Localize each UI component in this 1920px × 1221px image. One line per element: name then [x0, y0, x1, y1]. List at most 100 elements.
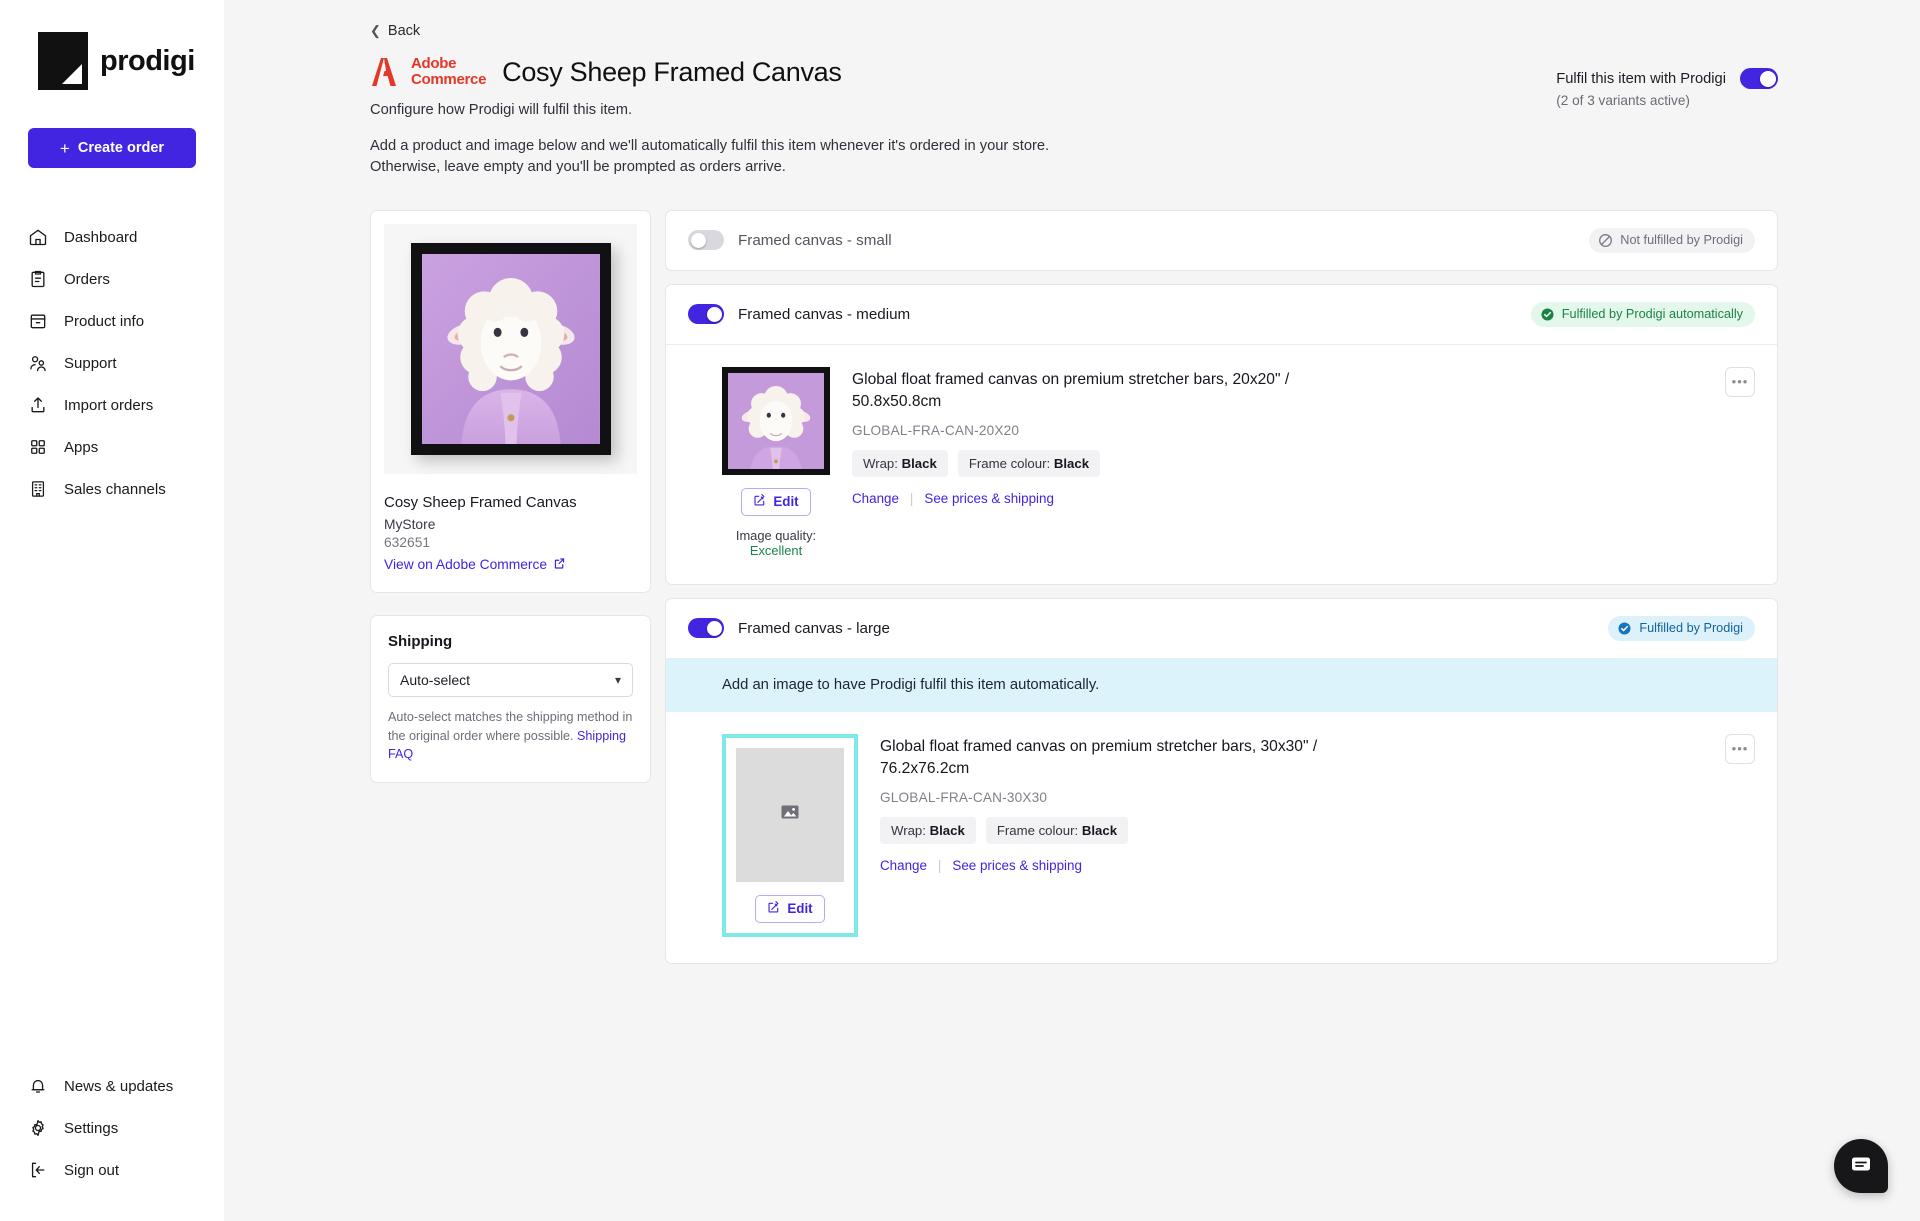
variant-status-label: Not fulfilled by Prodigi	[1620, 233, 1743, 248]
variant-card-small: Framed canvas - small Not fulfilled by P…	[665, 209, 1778, 271]
attribute-chip: Wrap: Black	[852, 450, 948, 478]
image-quality-value: Excellent	[749, 542, 803, 558]
see-prices-shipping-link[interactable]: See prices & shipping	[924, 491, 1054, 506]
fulfil-toggle-label: Fulfil this item with Prodigi	[1556, 70, 1726, 87]
shipping-method-select[interactable]: Auto-select ▾	[388, 663, 633, 698]
variant-thumbnail-column-highlighted: Edit	[722, 733, 858, 937]
view-on-channel-label: View on Adobe Commerce	[384, 557, 548, 573]
variant-status-label: Fulfilled by Prodigi automatically	[1561, 307, 1743, 322]
page-title: Cosy Sheep Framed Canvas	[502, 56, 842, 87]
fulfil-item-toggle[interactable]	[1740, 68, 1778, 89]
see-prices-shipping-link[interactable]: See prices & shipping	[952, 858, 1082, 873]
sidebar-item-news-updates[interactable]: News & updates	[0, 1065, 224, 1107]
variant-body: Edit Global float framed canvas on premi…	[666, 712, 1777, 963]
edit-image-button[interactable]: Edit	[741, 487, 811, 516]
back-button[interactable]: ❮ Back	[370, 23, 420, 39]
product-sku: 632651	[384, 534, 431, 550]
sheep-artwork	[421, 253, 600, 444]
variant-header: Framed canvas - medium Fulfilled by Prod…	[666, 285, 1777, 344]
description-line-1: Add a product and image below and we'll …	[370, 138, 1050, 154]
attribute-label: Frame colour:	[968, 456, 1051, 472]
attribute-label: Wrap:	[891, 823, 926, 839]
secondary-nav: News & updates Settings Sign out	[0, 1065, 224, 1191]
adobe-commerce-logo-icon: Adobe Commerce	[370, 55, 486, 89]
variant-info-column: Global float framed canvas on premium st…	[852, 367, 1755, 558]
variant-status-badge: Fulfilled by Prodigi automatically	[1530, 301, 1755, 327]
external-link-icon	[553, 557, 566, 573]
variant-attributes: Wrap: Black Frame colour: Black	[852, 450, 1755, 478]
change-product-link[interactable]: Change	[880, 858, 927, 873]
sidebar-item-orders[interactable]: Orders	[0, 258, 224, 300]
brand-name: prodigi	[100, 44, 195, 77]
variant-links: Change | See prices & shipping	[880, 858, 1755, 873]
product-summary-card: Cosy Sheep Framed Canvas MyStore 632651 …	[370, 209, 651, 594]
pencil-square-icon	[753, 493, 766, 510]
variant-product-title: Global float framed canvas on premium st…	[880, 737, 1318, 777]
chat-bubble-icon	[1849, 1152, 1873, 1181]
pencil-square-icon	[767, 900, 780, 917]
variant-card-medium: Framed canvas - medium Fulfilled by Prod…	[665, 283, 1778, 585]
variant-name: Framed canvas - large	[738, 619, 890, 637]
sidebar-item-product-info[interactable]: Product info	[0, 300, 224, 342]
sidebar-item-label: Support	[64, 354, 117, 372]
view-on-channel-link[interactable]: View on Adobe Commerce	[384, 557, 566, 573]
archive-icon	[28, 311, 48, 331]
variant-toggle-small[interactable]	[688, 230, 724, 251]
adobe-line2: Commerce	[411, 71, 487, 88]
sidebar-item-label: Orders	[64, 270, 110, 288]
people-icon	[28, 353, 48, 373]
variant-thumbnail-column: Edit Image quality: Excellent	[722, 366, 830, 558]
framed-canvas-mockup	[410, 242, 611, 455]
sign-out-icon	[28, 1160, 48, 1180]
product-name: Cosy Sheep Framed Canvas	[384, 493, 577, 511]
page-description: Add a product and image below and we'll …	[370, 136, 1778, 178]
sidebar-item-label: Sales channels	[64, 480, 166, 498]
app-root: prodigi + Create order Dashboard Orders	[0, 0, 1920, 1221]
chevron-down-icon: ▾	[614, 673, 621, 688]
create-order-button[interactable]: + Create order	[28, 128, 196, 168]
shipping-title: Shipping	[388, 633, 453, 651]
variant-thumbnail[interactable]	[722, 366, 830, 475]
variant-more-options-button[interactable]: •••	[1725, 733, 1755, 764]
sidebar-item-sign-out[interactable]: Sign out	[0, 1149, 224, 1191]
attribute-chip: Frame colour: Black	[957, 450, 1101, 478]
variant-toggle-large[interactable]	[688, 618, 724, 639]
variant-more-options-button[interactable]: •••	[1725, 366, 1755, 397]
chat-support-button[interactable]	[1834, 1139, 1888, 1193]
variant-notice: Add an image to have Prodigi fulfil this…	[666, 657, 1777, 712]
adobe-a-icon	[370, 55, 406, 89]
gear-icon	[28, 1118, 48, 1138]
variant-header: Framed canvas - small Not fulfilled by P…	[666, 211, 1777, 270]
brand-logo[interactable]: prodigi	[0, 0, 224, 90]
check-circle-icon	[1540, 307, 1555, 322]
attribute-value: Black	[901, 456, 937, 472]
primary-nav: Dashboard Orders Product info Support Im…	[0, 216, 224, 510]
left-column: Cosy Sheep Framed Canvas MyStore 632651 …	[370, 209, 651, 783]
sidebar-item-label: Sign out	[64, 1161, 120, 1179]
sidebar-item-settings[interactable]: Settings	[0, 1107, 224, 1149]
sidebar-item-import-orders[interactable]: Import orders	[0, 384, 224, 426]
link-separator: |	[937, 858, 942, 874]
attribute-value: Black	[929, 823, 965, 839]
sidebar-item-label: Dashboard	[64, 228, 138, 246]
change-product-link[interactable]: Change	[852, 491, 899, 506]
sidebar-item-label: Import orders	[64, 396, 154, 414]
grid-icon	[28, 437, 48, 457]
prodigi-logo-icon	[38, 32, 88, 90]
clipboard-icon	[28, 269, 48, 289]
attribute-chip: Wrap: Black	[880, 817, 976, 845]
check-circle-filled-icon	[1617, 621, 1632, 636]
variant-toggle-medium[interactable]	[688, 304, 724, 325]
variant-name: Framed canvas - medium	[738, 305, 911, 323]
image-quality: Image quality: Excellent	[722, 528, 830, 558]
edit-label: Edit	[787, 901, 813, 917]
sidebar-item-apps[interactable]: Apps	[0, 426, 224, 468]
sidebar-item-dashboard[interactable]: Dashboard	[0, 216, 224, 258]
edit-image-button[interactable]: Edit	[755, 894, 825, 923]
sidebar-item-label: Product info	[64, 312, 145, 330]
sidebar-item-support[interactable]: Support	[0, 342, 224, 384]
chevron-left-icon: ❮	[370, 23, 381, 38]
building-icon	[28, 479, 48, 499]
sidebar-item-sales-channels[interactable]: Sales channels	[0, 468, 224, 510]
variant-image-placeholder[interactable]	[736, 747, 844, 882]
